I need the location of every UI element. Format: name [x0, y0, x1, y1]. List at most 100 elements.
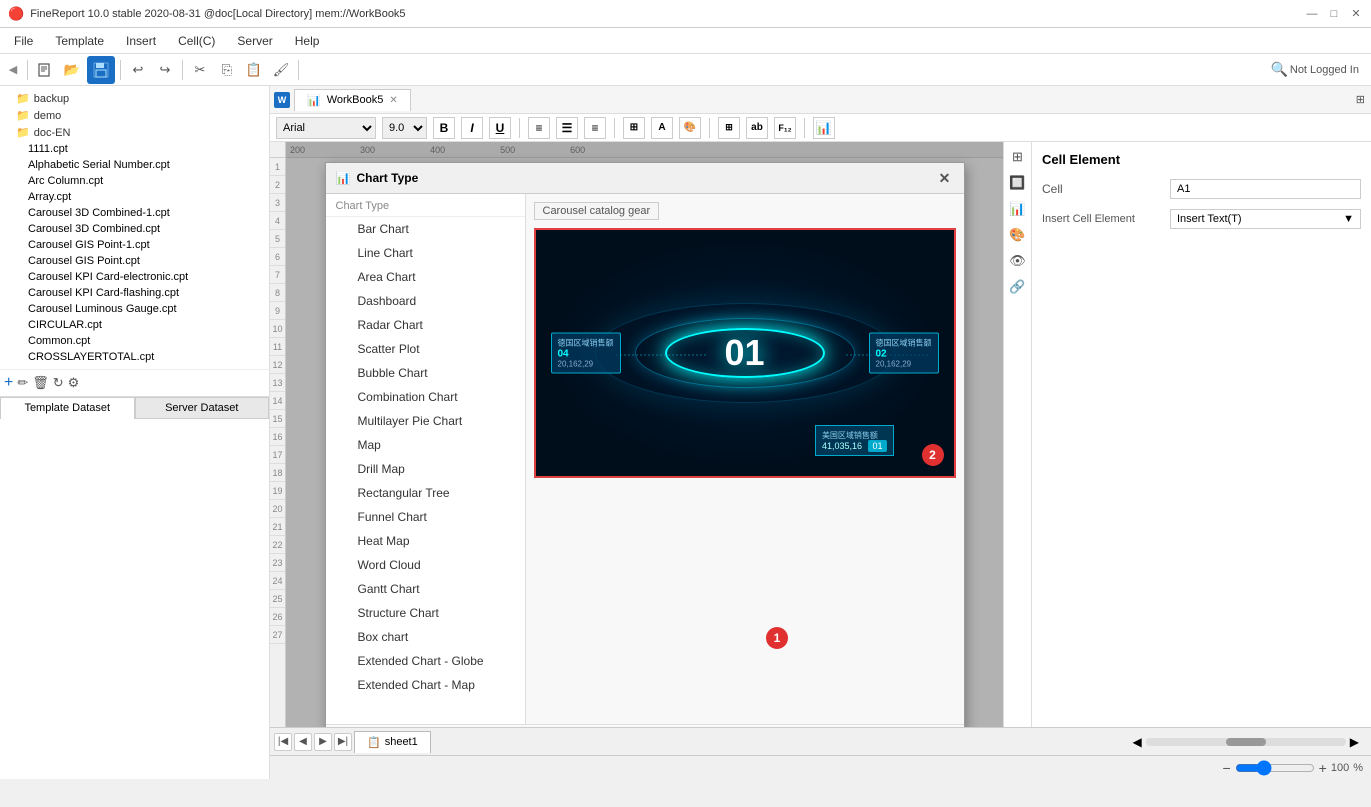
- delete-btn[interactable]: 🗑: [32, 375, 49, 391]
- list-item[interactable]: Arc Column.cpt: [4, 173, 265, 189]
- paste-btn[interactable]: 📋: [242, 58, 266, 82]
- list-item[interactable]: Array.cpt: [4, 189, 265, 205]
- list-item[interactable]: Carousel 3D Combined.cpt: [4, 221, 265, 237]
- edit-btn[interactable]: ✏: [17, 375, 28, 391]
- sheet-nav-last[interactable]: ▶|: [334, 733, 352, 751]
- chart-list-item[interactable]: Extended Chart - Globe: [326, 649, 525, 673]
- menu-file[interactable]: File: [4, 32, 43, 50]
- sheet-tab-sheet1[interactable]: 📋 sheet1: [354, 731, 431, 753]
- cut-btn[interactable]: ✂: [188, 58, 212, 82]
- chart-list-item[interactable]: Structure Chart: [326, 601, 525, 625]
- style-btn[interactable]: 🎨: [1007, 224, 1029, 246]
- sheet-nav-prev[interactable]: ◀: [294, 733, 312, 751]
- menu-server[interactable]: Server: [227, 32, 282, 50]
- format-num-btn[interactable]: F₁₂: [774, 117, 796, 139]
- chart-list-item[interactable]: Area Chart: [326, 265, 525, 289]
- chart-list-item[interactable]: Map: [326, 433, 525, 457]
- sidebar-collapse-btn[interactable]: ◀: [4, 58, 22, 82]
- border-btn[interactable]: ⊞: [623, 117, 645, 139]
- merge-btn[interactable]: ⊞: [718, 117, 740, 139]
- chart-list-item[interactable]: Drill Map: [326, 457, 525, 481]
- scroll-right-btn[interactable]: ▶: [1350, 735, 1359, 749]
- add-template-btn[interactable]: +: [4, 374, 13, 392]
- widget-btn[interactable]: 🔲: [1007, 172, 1029, 194]
- list-item[interactable]: Carousel KPI Card-flashing.cpt: [4, 285, 265, 301]
- close-btn[interactable]: ✕: [1349, 7, 1363, 21]
- tab-options-btn[interactable]: ⊞: [1354, 91, 1367, 108]
- zoom-slider[interactable]: [1235, 760, 1315, 776]
- menu-cell[interactable]: Cell(C): [168, 32, 225, 50]
- scroll-left-btn[interactable]: ◀: [1133, 735, 1142, 749]
- maximize-btn[interactable]: □: [1327, 7, 1341, 21]
- list-item[interactable]: Carousel 3D Combined-1.cpt: [4, 205, 265, 221]
- list-item[interactable]: 1111.cpt: [4, 141, 265, 157]
- view-btn[interactable]: 👁: [1007, 250, 1029, 272]
- menu-help[interactable]: Help: [285, 32, 330, 50]
- undo-btn[interactable]: ↩: [126, 58, 150, 82]
- chart-list-item[interactable]: Multilayer Pie Chart: [326, 409, 525, 433]
- size-select[interactable]: 9.0: [382, 117, 427, 139]
- bold-btn[interactable]: B: [433, 117, 455, 139]
- data-btn[interactable]: 📊: [1007, 198, 1029, 220]
- list-item[interactable]: Carousel GIS Point.cpt: [4, 253, 265, 269]
- open-btn[interactable]: 📂: [60, 58, 84, 82]
- fill-btn[interactable]: 🎨: [679, 117, 701, 139]
- chart-list-item[interactable]: Funnel Chart: [326, 505, 525, 529]
- zoom-out-btn[interactable]: −: [1222, 760, 1230, 776]
- align-right-btn[interactable]: ≡: [584, 117, 606, 139]
- chart-list-item[interactable]: Box chart: [326, 625, 525, 649]
- dialog-close-btn[interactable]: ✕: [936, 169, 954, 187]
- server-dataset-tab[interactable]: Server Dataset: [135, 397, 270, 419]
- chart-list-item[interactable]: Word Cloud: [326, 553, 525, 577]
- sidebar-item-doc-en[interactable]: 📁 doc-EN: [4, 124, 265, 141]
- font-select[interactable]: Arial: [276, 117, 376, 139]
- workbook-icon[interactable]: W: [274, 92, 290, 108]
- chart-list-item[interactable]: Scatter Plot: [326, 337, 525, 361]
- tab-close-btn[interactable]: ✕: [389, 95, 397, 106]
- list-item[interactable]: CROSSLAYERTOTAL.cpt: [4, 349, 265, 365]
- sidebar-item-backup[interactable]: 📁 backup: [4, 90, 265, 107]
- save-btn[interactable]: [87, 56, 115, 84]
- sheet-nav-first[interactable]: |◀: [274, 733, 292, 751]
- list-item[interactable]: Carousel KPI Card-electronic.cpt: [4, 269, 265, 285]
- sidebar-item-demo[interactable]: 📁 demo: [4, 107, 265, 124]
- settings-btn[interactable]: ⚙: [68, 375, 80, 391]
- chart-list-item[interactable]: Radar Chart: [326, 313, 525, 337]
- chart-list-item[interactable]: Combination Chart: [326, 385, 525, 409]
- zoom-in-btn[interactable]: +: [1319, 760, 1327, 776]
- italic-btn[interactable]: I: [461, 117, 483, 139]
- menu-insert[interactable]: Insert: [116, 32, 166, 50]
- list-item[interactable]: Common.cpt: [4, 333, 265, 349]
- color-btn[interactable]: A: [651, 117, 673, 139]
- new-btn[interactable]: [33, 58, 57, 82]
- wrap-btn[interactable]: ab: [746, 117, 768, 139]
- redo-btn[interactable]: ↪: [153, 58, 177, 82]
- chart-list-item[interactable]: Bar Chart: [326, 217, 525, 241]
- chart-list-scroll[interactable]: Bar ChartLine ChartArea ChartDashboardRa…: [326, 217, 525, 697]
- list-item[interactable]: CIRCULAR.cpt: [4, 317, 265, 333]
- template-dataset-tab[interactable]: Template Dataset: [0, 397, 135, 419]
- list-item[interactable]: Carousel Luminous Gauge.cpt: [4, 301, 265, 317]
- chart-list-item[interactable]: Gantt Chart: [326, 577, 525, 601]
- sheet-nav-next[interactable]: ▶: [314, 733, 332, 751]
- copy-btn[interactable]: ⎘: [215, 58, 239, 82]
- list-item[interactable]: Carousel GIS Point-1.cpt: [4, 237, 265, 253]
- menu-template[interactable]: Template: [45, 32, 114, 50]
- chart-list-item[interactable]: Bubble Chart: [326, 361, 525, 385]
- underline-btn[interactable]: U: [489, 117, 511, 139]
- chart-list-item[interactable]: Extended Chart - Map: [326, 673, 525, 697]
- refresh-btn[interactable]: ↻: [53, 375, 64, 391]
- format-btn[interactable]: 🖌: [269, 58, 293, 82]
- align-center-btn[interactable]: ☰: [556, 117, 578, 139]
- align-left-btn[interactable]: ≡: [528, 117, 550, 139]
- link-btn[interactable]: 🔗: [1007, 276, 1029, 298]
- chart-list-item[interactable]: Dashboard: [326, 289, 525, 313]
- workbook-tab[interactable]: 📊 WorkBook5 ✕: [294, 89, 411, 111]
- chart-list-item[interactable]: Rectangular Tree: [326, 481, 525, 505]
- properties-btn[interactable]: ⊞: [1007, 146, 1029, 168]
- search-icon[interactable]: 🔍: [1270, 61, 1287, 78]
- scroll-bar[interactable]: [1146, 738, 1346, 746]
- insert-select[interactable]: Insert Text(T) ▼: [1170, 209, 1361, 229]
- minimize-btn[interactable]: —: [1305, 7, 1319, 21]
- chart-btn[interactable]: 📊: [813, 117, 835, 139]
